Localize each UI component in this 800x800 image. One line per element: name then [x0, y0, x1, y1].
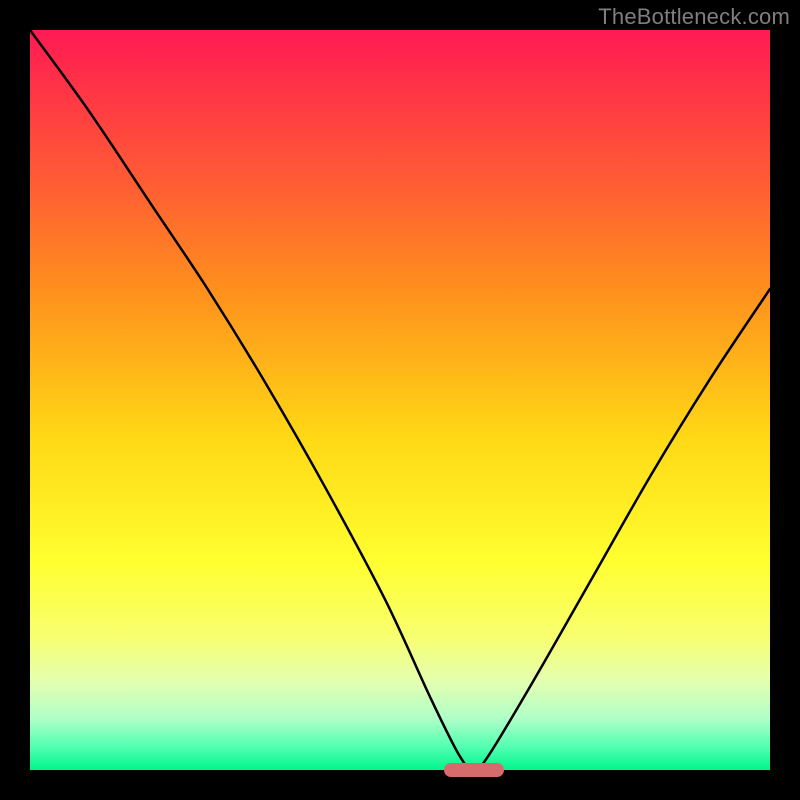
chart-frame: TheBottleneck.com	[0, 0, 800, 800]
curve-path	[30, 30, 770, 770]
attribution-label: TheBottleneck.com	[598, 4, 790, 30]
bottleneck-curve	[30, 30, 770, 770]
optimal-marker	[444, 763, 503, 777]
plot-area	[30, 30, 770, 770]
